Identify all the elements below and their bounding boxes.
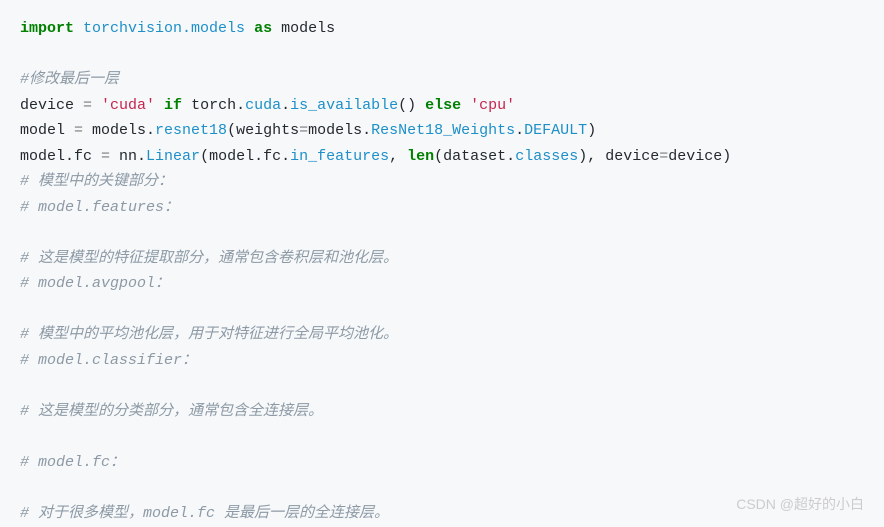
ns: dataset. <box>443 148 515 165</box>
param: device <box>605 148 659 165</box>
text <box>74 20 83 37</box>
line-fc: model.fc = nn.Linear(model.fc.in_feature… <box>20 144 864 170</box>
paren: () <box>398 97 416 114</box>
op: = <box>92 148 119 165</box>
blank-line <box>20 297 864 323</box>
module-name: torchvision.models <box>83 20 245 37</box>
keyword-import: import <box>20 20 74 37</box>
func: resnet18 <box>155 122 227 139</box>
paren: ) <box>587 122 596 139</box>
string: 'cuda' <box>101 97 155 114</box>
comment: # 这是模型的特征提取部分，通常包含卷积层和池化层。 <box>20 246 864 272</box>
blank-line <box>20 220 864 246</box>
line-device: device = 'cuda' if torch.cuda.is_availab… <box>20 93 864 119</box>
attr: classes <box>515 148 578 165</box>
comment: # 模型中的关键部分： <box>20 169 864 195</box>
var: model <box>20 122 65 139</box>
string: 'cpu' <box>470 97 515 114</box>
comment: # 模型中的平均池化层，用于对特征进行全局平均池化。 <box>20 322 864 348</box>
func: is_available <box>290 97 398 114</box>
op: = <box>659 148 668 165</box>
keyword-else: else <box>416 97 470 114</box>
op: = <box>65 122 92 139</box>
ns: torch. <box>191 97 245 114</box>
paren: ( <box>200 148 209 165</box>
paren: ( <box>434 148 443 165</box>
comma: , <box>389 148 407 165</box>
op: = <box>299 122 308 139</box>
ns: model.fc. <box>209 148 290 165</box>
op: = <box>74 97 101 114</box>
blank-line <box>20 373 864 399</box>
blank-line <box>20 42 864 68</box>
const: DEFAULT <box>524 122 587 139</box>
watermark: CSDN @超好的小白 <box>736 493 864 517</box>
var: model.fc <box>20 148 92 165</box>
keyword-as: as <box>254 20 272 37</box>
comment: # model.features： <box>20 195 864 221</box>
comment: # 这是模型的分类部分，通常包含全连接层。 <box>20 399 864 425</box>
code-block: import torchvision.models as models #修改最… <box>20 16 864 526</box>
dot: . <box>281 97 290 114</box>
line-import: import torchvision.models as models <box>20 16 864 42</box>
ns: models. <box>92 122 155 139</box>
param: weights <box>236 122 299 139</box>
blank-line <box>20 424 864 450</box>
dot: . <box>515 122 524 139</box>
alias: models <box>281 20 335 37</box>
comment-modify: #修改最后一层 <box>20 67 864 93</box>
class: Linear <box>146 148 200 165</box>
ns: nn. <box>119 148 146 165</box>
builtin: len <box>407 148 434 165</box>
text <box>245 20 254 37</box>
keyword-if: if <box>155 97 191 114</box>
attr: cuda <box>245 97 281 114</box>
comment: # model.fc： <box>20 450 864 476</box>
line-model: model = models.resnet18(weights=models.R… <box>20 118 864 144</box>
comma: , <box>587 148 605 165</box>
comment: # model.avgpool： <box>20 271 864 297</box>
text <box>272 20 281 37</box>
class: ResNet18_Weights <box>371 122 515 139</box>
paren: ) <box>578 148 587 165</box>
attr: in_features <box>290 148 389 165</box>
var: device <box>668 148 722 165</box>
paren: ) <box>722 148 731 165</box>
paren: ( <box>227 122 236 139</box>
comment: # model.classifier： <box>20 348 864 374</box>
var: device <box>20 97 74 114</box>
ns: models. <box>308 122 371 139</box>
